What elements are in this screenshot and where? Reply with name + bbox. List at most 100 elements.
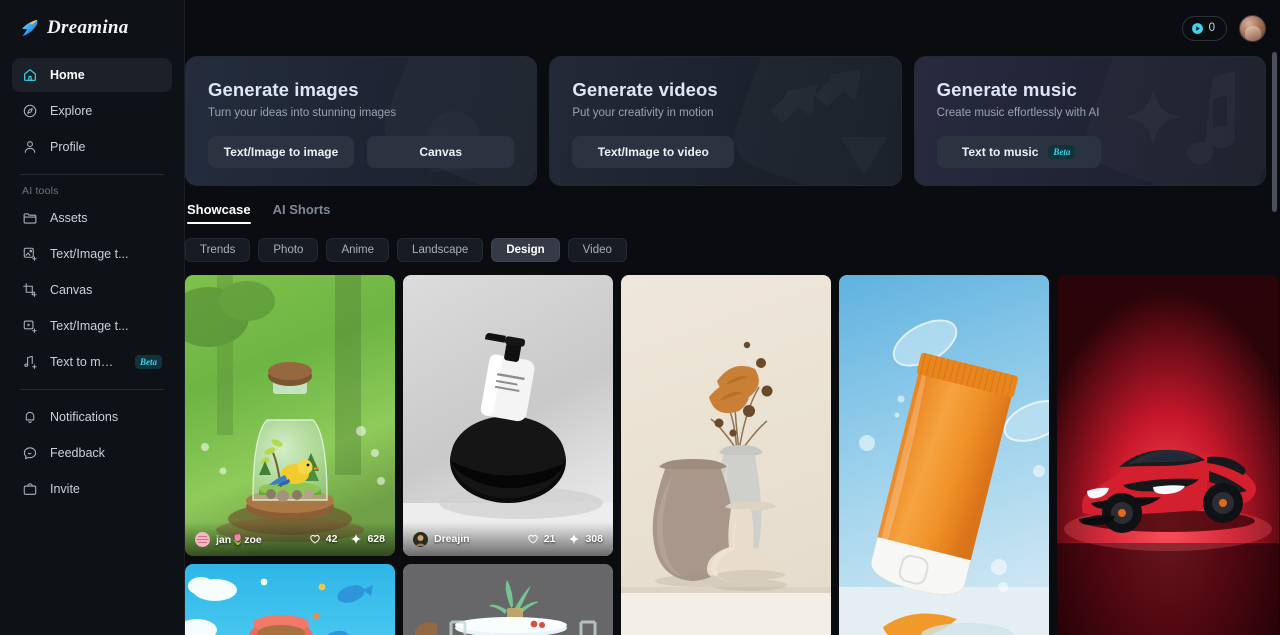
dreamina-star-icon: [18, 17, 40, 39]
filter-chip-row: Trends Photo Anime Landscape Design Vide…: [185, 238, 1280, 262]
hero-subtitle: Turn your ideas into stunning images: [208, 107, 397, 119]
canvas-icon: [22, 282, 38, 298]
chip-trends[interactable]: Trends: [185, 238, 251, 262]
gallery-column: [621, 275, 831, 635]
chip-design[interactable]: Design: [491, 238, 560, 262]
sparkle-icon: [569, 533, 580, 545]
sidebar-item-explore[interactable]: Explore: [12, 94, 172, 128]
sidebar-item-text-image-to-image[interactable]: Text/Image t...: [12, 237, 172, 271]
main-content: 0 Generate images Turn your ideas into s…: [185, 0, 1280, 635]
credit-badge[interactable]: 0: [1181, 15, 1227, 41]
gallery-card[interactable]: [621, 275, 831, 635]
sidebar-item-assets[interactable]: Assets: [12, 201, 172, 235]
card-stats: 21 308: [527, 533, 603, 545]
hero-title: Generate images: [208, 79, 359, 100]
tab-showcase[interactable]: Showcase: [187, 202, 251, 224]
vertical-scrollbar[interactable]: [1272, 52, 1277, 212]
like-count: 21: [543, 533, 556, 545]
modern-dining-table-art: [403, 564, 613, 635]
chip-landscape[interactable]: Landscape: [397, 238, 484, 262]
like-count: 42: [325, 533, 338, 545]
button-label: Text to music: [961, 145, 1039, 159]
hero-button-group: Text/Image to image Canvas: [208, 136, 515, 168]
like-stat[interactable]: 21: [527, 533, 556, 545]
hero-title: Generate videos: [572, 79, 718, 100]
tab-ai-shorts[interactable]: AI Shorts: [273, 202, 331, 224]
sidebar-item-invite[interactable]: Invite: [12, 472, 172, 506]
gallery-card[interactable]: [1057, 275, 1279, 635]
hero-card-generate-music[interactable]: Generate music Create music effortlessly…: [913, 56, 1266, 186]
author-avatar: [195, 531, 210, 547]
music-note-icon: [22, 354, 38, 370]
card-stats: 42 628: [309, 533, 385, 545]
gallery-card[interactable]: [185, 564, 395, 635]
sidebar-item-feedback[interactable]: Feedback: [12, 436, 172, 470]
sidebar-item-text-to-music[interactable]: Text to music Beta: [12, 345, 172, 379]
hero-button-group: Text to music Beta: [936, 136, 1243, 168]
button-label: Text/Image to video: [597, 145, 709, 159]
hero-card-generate-images[interactable]: Generate images Turn your ideas into stu…: [185, 56, 538, 186]
hero-card-generate-videos[interactable]: Generate videos Put your creativity in m…: [549, 56, 902, 186]
text-to-music-button[interactable]: Text to music Beta: [936, 136, 1101, 168]
sidebar-item-label: Invite: [50, 482, 80, 496]
brand-logo[interactable]: Dreamina: [12, 0, 172, 56]
spark-stat[interactable]: 308: [568, 533, 603, 545]
sidebar-item-label: Feedback: [50, 446, 105, 460]
content-tabs: Showcase AI Shorts: [185, 202, 1280, 224]
like-stat[interactable]: 42: [309, 533, 338, 545]
image-generate-icon: [22, 246, 38, 262]
sidebar-item-profile[interactable]: Profile: [12, 130, 172, 164]
forest-bottle-terrarium-art: [185, 275, 395, 556]
sidebar-group-title: AI tools: [22, 185, 59, 197]
gallery-card[interactable]: [403, 564, 613, 635]
spark-count: 308: [585, 533, 603, 545]
gallery-column: [839, 275, 1049, 635]
brand-name: Dreamina: [47, 17, 129, 38]
chip-label: Landscape: [412, 244, 469, 256]
ceramic-vases-dried-flowers-art: [621, 275, 831, 635]
red-sports-car-art: [1057, 275, 1279, 635]
compass-icon: [22, 103, 38, 119]
button-label: Canvas: [419, 145, 463, 159]
avatar[interactable]: [1239, 14, 1266, 42]
sidebar-item-notifications[interactable]: Notifications: [12, 400, 172, 434]
chip-label: Design: [506, 244, 545, 256]
folder-icon: [22, 210, 38, 226]
text-image-to-image-button[interactable]: Text/Image to image: [208, 136, 354, 168]
sidebar-item-label: Text/Image t...: [50, 247, 129, 261]
hero-subtitle: Put your creativity in motion: [572, 107, 714, 119]
gallery-card[interactable]: jan🌷zoe 42 628: [185, 275, 395, 556]
sparkle-icon: [351, 533, 362, 545]
sidebar-item-label: Text to music: [50, 355, 119, 369]
person-icon: [22, 139, 38, 155]
sidebar-item-label: Profile: [50, 140, 86, 154]
sidebar-item-canvas[interactable]: Canvas: [12, 273, 172, 307]
card-overlay: Dreajin 21 308: [403, 522, 613, 556]
canvas-button[interactable]: Canvas: [367, 136, 515, 168]
card-author[interactable]: Dreajin: [413, 531, 470, 547]
gallery-grid: jan🌷zoe 42 628 Dreajin 21 308: [185, 275, 1280, 635]
sidebar-item-label: Notifications: [50, 410, 119, 424]
tab-label: AI Shorts: [272, 202, 331, 217]
gallery-card[interactable]: [839, 275, 1049, 635]
author-name: jan🌷zoe: [216, 533, 262, 546]
sidebar: Dreamina Home Explore Profile AI tools A…: [0, 0, 185, 635]
bell-icon: [22, 409, 38, 425]
card-author[interactable]: jan🌷zoe: [195, 531, 262, 547]
chip-label: Photo: [273, 244, 304, 256]
gallery-card[interactable]: Dreajin 21 308: [403, 275, 613, 556]
text-image-to-video-button[interactable]: Text/Image to video: [572, 136, 735, 168]
hero-title: Generate music: [936, 79, 1077, 100]
invite-icon: [22, 481, 38, 497]
sidebar-item-label: Assets: [50, 211, 88, 225]
sidebar-item-home[interactable]: Home: [12, 58, 172, 92]
chip-anime[interactable]: Anime: [326, 238, 390, 262]
orange-cosmetic-tube-blue-sky-art: [839, 275, 1049, 635]
chip-photo[interactable]: Photo: [258, 238, 319, 262]
sidebar-item-text-image-to-video[interactable]: Text/Image t...: [12, 309, 172, 343]
spark-stat[interactable]: 628: [350, 533, 385, 545]
button-label: Text/Image to image: [223, 145, 339, 159]
home-icon: [22, 67, 38, 83]
hero-button-group: Text/Image to video: [572, 136, 878, 168]
chip-video[interactable]: Video: [567, 238, 627, 262]
